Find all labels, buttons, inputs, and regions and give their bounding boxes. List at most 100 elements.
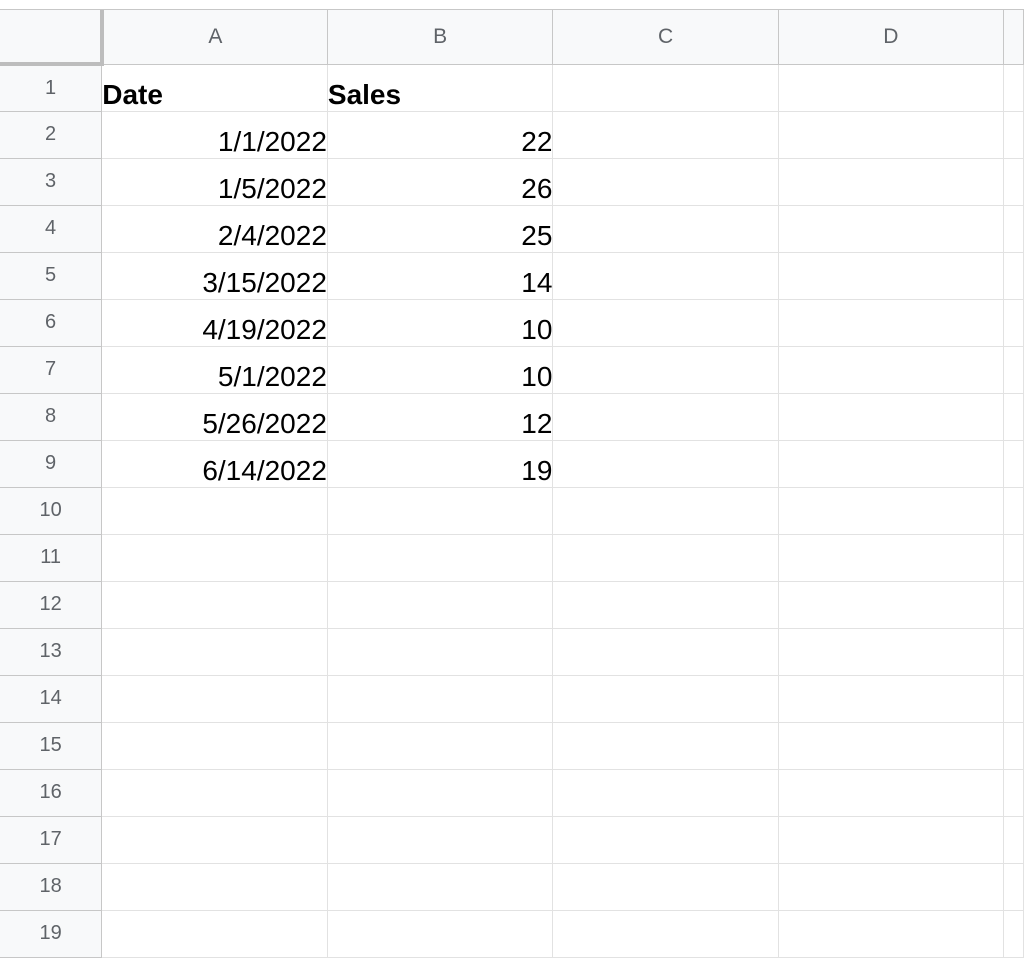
cell-d[interactable] [778,910,1005,958]
cell-c[interactable] [552,252,779,300]
cell-c[interactable] [552,440,779,488]
cell-d[interactable] [778,487,1005,535]
cell-a[interactable] [101,863,328,911]
row-header[interactable]: 12 [0,581,103,629]
cell-a[interactable]: 3/15/2022 [101,252,328,300]
cell-d[interactable] [778,769,1005,817]
column-header-a[interactable]: A [101,10,328,65]
cell-d[interactable] [778,722,1005,770]
row-header[interactable]: 7 [0,346,103,394]
cell-c[interactable] [552,863,779,911]
cell-b[interactable] [327,769,554,817]
cell-b[interactable] [327,628,554,676]
cell-b[interactable] [327,581,554,629]
select-all-corner[interactable] [0,10,104,66]
row-header[interactable]: 19 [0,910,103,958]
row-header[interactable]: 4 [0,205,103,253]
cell-c[interactable] [552,675,779,723]
row-header[interactable]: 2 [0,111,103,159]
cell-b[interactable] [327,487,554,535]
cell-b[interactable]: 12 [327,393,554,441]
cell-e[interactable] [1003,111,1024,159]
cell-a[interactable] [101,581,328,629]
cell-e[interactable] [1003,64,1024,112]
cell-d[interactable] [778,863,1005,911]
cell-b[interactable] [327,675,554,723]
cell-e[interactable] [1003,816,1024,864]
cell-c[interactable] [552,534,779,582]
cell-e[interactable] [1003,205,1024,253]
cell-d[interactable] [778,581,1005,629]
row-header[interactable]: 13 [0,628,103,676]
cell-b[interactable]: 10 [327,346,554,394]
cell-e[interactable] [1003,722,1024,770]
cell-c[interactable] [552,64,779,112]
cell-a[interactable] [101,769,328,817]
cell-c[interactable] [552,628,779,676]
cell-b[interactable] [327,722,554,770]
row-header[interactable]: 5 [0,252,103,300]
cell-c[interactable] [552,581,779,629]
cell-a[interactable]: 4/19/2022 [101,299,328,347]
cell-b[interactable]: 26 [327,158,554,206]
cell-b[interactable]: 10 [327,299,554,347]
column-header-c[interactable]: C [552,10,779,65]
cell-a[interactable]: 6/14/2022 [101,440,328,488]
cell-b[interactable] [327,816,554,864]
cell-c[interactable] [552,111,779,159]
cell-a[interactable] [101,816,328,864]
cell-e[interactable] [1003,252,1024,300]
cell-a[interactable] [101,487,328,535]
cell-d[interactable] [778,440,1005,488]
row-header[interactable]: 18 [0,863,103,911]
row-header[interactable]: 3 [0,158,103,206]
cell-d[interactable] [778,158,1005,206]
cell-e[interactable] [1003,675,1024,723]
cell-a[interactable] [101,534,328,582]
cell-d[interactable] [778,534,1005,582]
row-header[interactable]: 1 [0,64,103,112]
cell-a[interactable]: 2/4/2022 [101,205,328,253]
row-header[interactable]: 14 [0,675,103,723]
cell-e[interactable] [1003,440,1024,488]
cell-e[interactable] [1003,346,1024,394]
row-header[interactable]: 8 [0,393,103,441]
cell-c[interactable] [552,816,779,864]
cell-a[interactable] [101,722,328,770]
cell-e[interactable] [1003,863,1024,911]
cell-e[interactable] [1003,299,1024,347]
row-header[interactable]: 11 [0,534,103,582]
cell-d[interactable] [778,205,1005,253]
cell-d[interactable] [778,64,1005,112]
cell-d[interactable] [778,111,1005,159]
row-header[interactable]: 10 [0,487,103,535]
cell-d[interactable] [778,816,1005,864]
cell-a[interactable]: Date [101,64,328,112]
cell-b[interactable] [327,863,554,911]
row-header[interactable]: 9 [0,440,103,488]
cell-c[interactable] [552,346,779,394]
cell-c[interactable] [552,769,779,817]
cell-d[interactable] [778,299,1005,347]
cell-e[interactable] [1003,158,1024,206]
cell-a[interactable]: 5/1/2022 [101,346,328,394]
row-header[interactable]: 15 [0,722,103,770]
cell-b[interactable]: Sales [327,64,554,112]
cell-e[interactable] [1003,910,1024,958]
cell-b[interactable]: 19 [327,440,554,488]
column-header-e[interactable] [1003,10,1024,65]
column-header-b[interactable]: B [327,10,554,65]
cell-e[interactable] [1003,487,1024,535]
cell-e[interactable] [1003,393,1024,441]
cell-a[interactable]: 1/5/2022 [101,158,328,206]
cell-e[interactable] [1003,769,1024,817]
cell-a[interactable] [101,675,328,723]
row-header[interactable]: 16 [0,769,103,817]
cell-d[interactable] [778,252,1005,300]
cell-d[interactable] [778,628,1005,676]
cell-c[interactable] [552,487,779,535]
cell-d[interactable] [778,393,1005,441]
cell-c[interactable] [552,158,779,206]
cell-c[interactable] [552,393,779,441]
cell-b[interactable]: 22 [327,111,554,159]
